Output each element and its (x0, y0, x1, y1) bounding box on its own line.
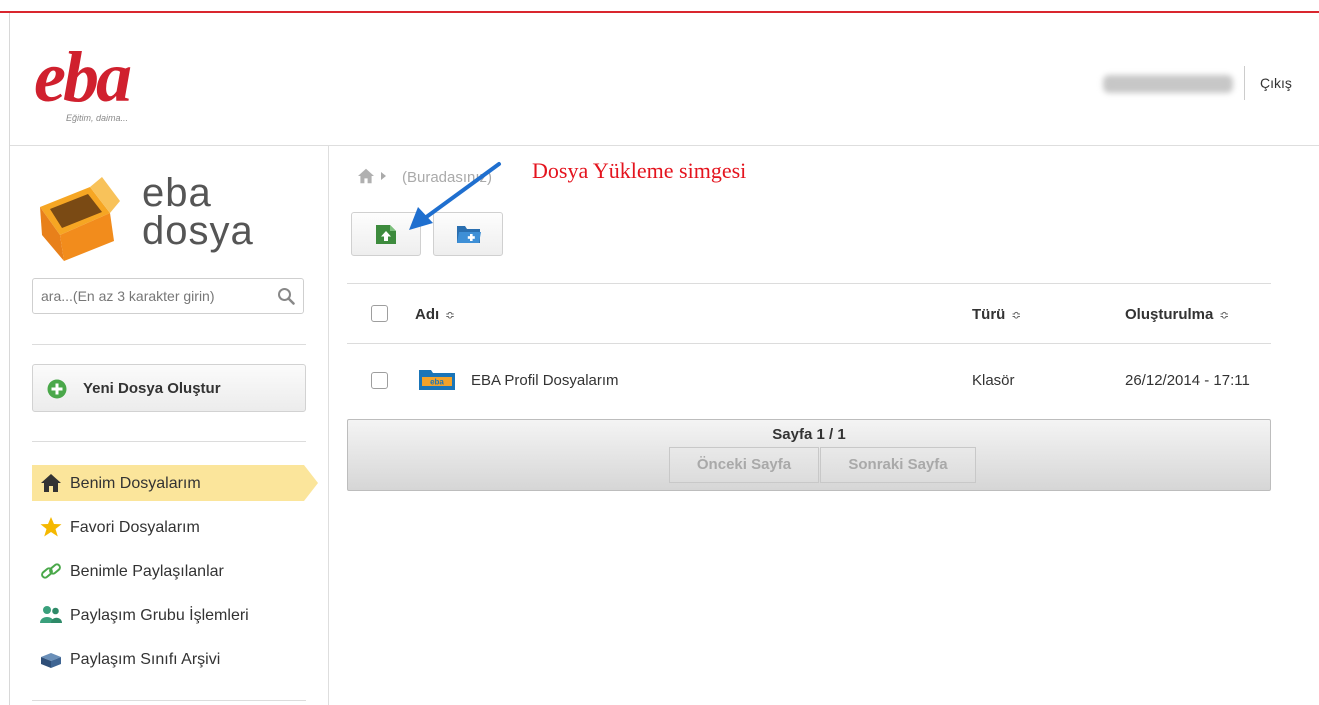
next-page-button[interactable]: Sonraki Sayfa (820, 447, 976, 483)
search-box (32, 278, 304, 314)
sidebar-item-label: Favori Dosyalarım (70, 519, 200, 536)
link-icon (40, 561, 62, 581)
sidebar-item-label: Paylaşım Grubu İşlemleri (70, 607, 249, 624)
pagination: Sayfa 1 / 1 Önceki Sayfa Sonraki Sayfa (347, 419, 1271, 491)
app-logo-word-dosya: dosya (142, 209, 254, 253)
eba-logo[interactable]: eba Eğitim, daima... (34, 37, 174, 123)
annotation-label: Dosya Yükleme simgesi (532, 158, 747, 183)
sidebar-divider (32, 344, 306, 345)
search-icon[interactable] (277, 287, 295, 310)
sort-icon: ≎ (1219, 308, 1230, 322)
sidebar-item-favorites[interactable]: Favori Dosyalarım (32, 509, 304, 545)
box-logo-icon (40, 177, 120, 261)
sidebar-item-share-group[interactable]: Paylaşım Grubu İşlemleri (32, 597, 304, 633)
column-header-name[interactable]: Adı ≎ (415, 306, 455, 323)
logo-text: eba (34, 37, 132, 117)
column-header-created[interactable]: Oluşturulma ≎ (1125, 306, 1229, 323)
archive-icon (40, 649, 62, 669)
plus-circle-icon (47, 379, 67, 404)
new-folder-label: Yeni Dosya Oluştur (83, 380, 221, 397)
column-header-label: Adı (415, 306, 440, 323)
column-header-label: Oluşturulma (1125, 306, 1214, 323)
sidebar-divider (32, 700, 306, 701)
row-file-type: Klasör (972, 372, 1015, 389)
sidebar-item-label: Benim Dosyalarım (70, 475, 201, 492)
breadcrumb-home-icon[interactable] (357, 168, 375, 189)
breadcrumb-separator-icon (381, 172, 386, 180)
row-created-date: 26/12/2014 - 17:11 (1125, 372, 1250, 389)
user-name: •••••• •••••• (1103, 75, 1233, 93)
sidebar-item-label: Benimle Paylaşılanlar (70, 563, 224, 580)
sidebar-item-shared-with-me[interactable]: Benimle Paylaşılanlar (32, 553, 304, 589)
home-icon (40, 473, 62, 493)
users-icon (40, 605, 62, 625)
column-header-type[interactable]: Türü ≎ (972, 306, 1021, 323)
sidebar-item-my-files[interactable]: Benim Dosyalarım (32, 465, 318, 501)
svg-text:eba: eba (430, 378, 444, 387)
annotation-arrow-icon (409, 162, 501, 230)
sort-icon: ≎ (445, 308, 456, 322)
previous-page-button[interactable]: Önceki Sayfa (669, 447, 819, 483)
logout-link[interactable]: Çıkış (1260, 75, 1292, 91)
sort-icon: ≎ (1011, 308, 1022, 322)
sidebar-item-label: Paylaşım Sınıfı Arşivi (70, 651, 221, 668)
logo-tagline: Eğitim, daima... (66, 113, 129, 123)
sidebar-divider (32, 441, 306, 442)
select-all-checkbox[interactable] (371, 305, 388, 322)
search-input[interactable] (33, 279, 279, 313)
table-row[interactable]: eba EBA Profil Dosyalarım Klasör 26/12/2… (347, 343, 1271, 419)
eba-dosya-logo: eba dosya (32, 165, 272, 265)
header-divider (1244, 66, 1245, 100)
row-checkbox[interactable] (371, 372, 388, 389)
eba-folder-icon: eba (419, 368, 455, 395)
new-folder-button[interactable]: Yeni Dosya Oluştur (32, 364, 306, 412)
page-header: eba Eğitim, daima... •••••• •••••• Çıkış (10, 13, 1319, 146)
sidebar: eba dosya Yeni Dosya Oluştur Benim Dosya… (10, 145, 329, 705)
file-table-header: Adı ≎ Türü ≎ Oluşturulma ≎ (347, 283, 1271, 344)
page-info: Sayfa 1 / 1 (772, 426, 846, 443)
sidebar-item-class-archive[interactable]: Paylaşım Sınıfı Arşivi (32, 641, 304, 677)
column-header-label: Türü (972, 306, 1006, 323)
star-icon (40, 517, 62, 537)
row-file-name[interactable]: EBA Profil Dosyalarım (471, 372, 619, 389)
